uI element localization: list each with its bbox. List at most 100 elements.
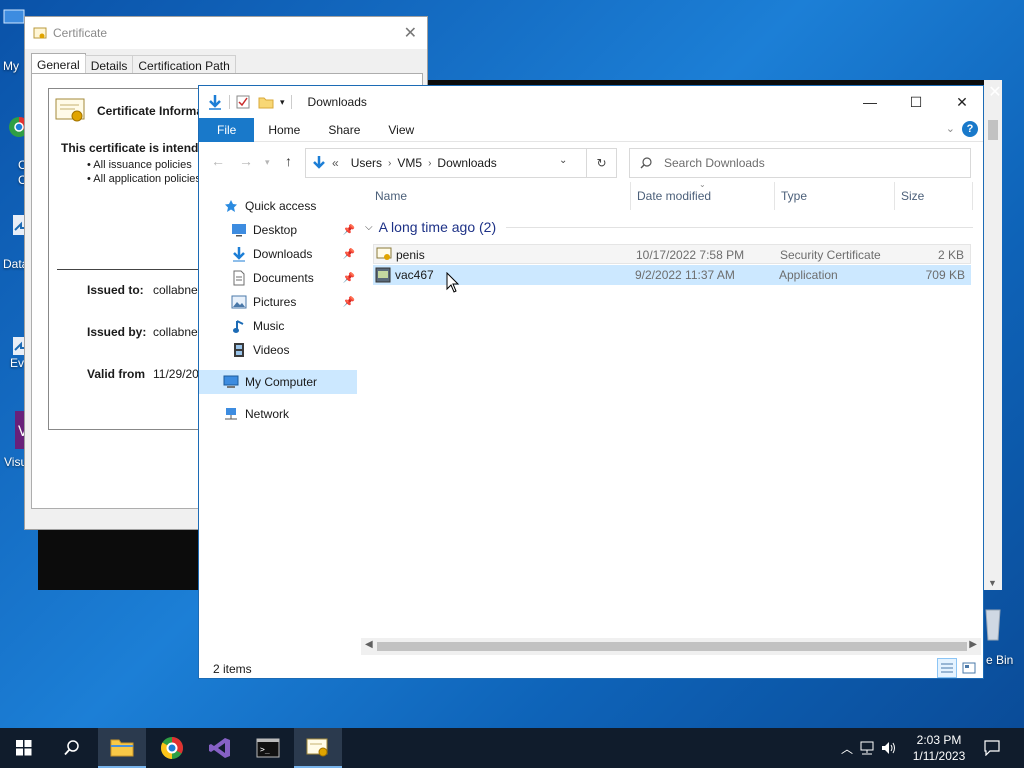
taskbar-terminal[interactable]: >_ [244,728,292,768]
horizontal-scrollbar[interactable]: ◀ ▶ [361,638,981,655]
item-count: 2 items [213,662,252,676]
large-icons-view-icon[interactable] [959,658,979,678]
chevron-up-icon[interactable]: ︿ [838,740,856,757]
chevron-right-icon[interactable]: ▶ [969,639,977,650]
pin-icon[interactable]: 📌 [343,297,355,308]
sort-indicator-icon: ⌄ [699,180,706,189]
search-input[interactable]: Search Downloads [629,148,971,178]
application-file-icon [375,267,391,286]
nav-label: Pictures [253,295,297,309]
network-icon[interactable] [856,741,878,755]
address-bar[interactable]: « Users › VM5 › Downloads [305,148,587,178]
notifications-button[interactable] [970,728,1014,768]
chevron-down-icon[interactable]: ⌵ [365,222,373,233]
recycle-bin-icon[interactable] [984,606,1014,641]
issued-by-label: Issued by: [87,325,147,339]
chevron-right-icon[interactable]: › [428,158,431,169]
purpose-item: • All issuance policies [87,159,192,171]
nav-videos[interactable]: Videos [199,338,357,362]
chevron-down-icon[interactable]: ▾ [280,97,285,108]
up-icon[interactable]: ↑ [285,153,292,169]
file-type: Application [779,268,838,282]
search-icon [640,157,652,169]
pin-icon[interactable]: 📌 [343,273,355,284]
videos-icon [231,342,247,358]
certificate-info-title: Certificate Informa [97,104,204,118]
taskbar-certificate[interactable] [294,728,342,768]
clock[interactable]: 2:03 PM 1/11/2023 [906,732,972,764]
nav-my-computer[interactable]: My Computer [199,370,357,394]
certificate-icon [55,98,85,122]
nav-network[interactable]: Network [199,402,357,426]
nav-quick-access[interactable]: Quick access [199,194,357,218]
separator [290,95,292,109]
back-icon[interactable]: ← [211,153,225,169]
tab-share[interactable]: Share [314,118,374,142]
tab-file[interactable]: File [199,117,255,142]
maximize-icon[interactable]: ☐ [893,86,939,118]
scroll-thumb[interactable] [377,642,967,651]
column-size[interactable]: Size [895,182,973,210]
expand-ribbon-icon[interactable]: ⌄ [946,122,955,135]
visual-studio-icon [209,738,230,758]
help-icon[interactable]: ? [962,121,978,137]
computer-icon [223,374,239,390]
folder-icon [110,739,134,757]
nav-desktop[interactable]: Desktop 📌 [199,218,357,242]
chrome-icon [161,737,183,759]
breadcrumb-users[interactable]: Users [351,156,382,170]
group-header[interactable]: ⌵ A long time ago (2) [365,216,973,238]
start-button[interactable] [0,728,48,768]
pin-icon[interactable]: 📌 [343,225,355,236]
monitor-icon [3,9,25,24]
pin-icon[interactable]: 📌 [343,249,355,260]
console-scrollbar[interactable]: ▼ [984,80,1002,590]
download-arrow-icon[interactable] [207,94,223,110]
chevron-down-icon[interactable]: ▼ [988,578,997,588]
search-placeholder: Search Downloads [664,156,765,170]
forward-icon[interactable]: → [239,153,253,169]
tab-view[interactable]: View [374,118,428,142]
details-view-icon[interactable] [937,658,957,678]
close-icon[interactable]: ✕ [404,23,417,43]
taskbar-chrome[interactable] [148,728,196,768]
document-icon [231,270,247,286]
address-dropdown-icon[interactable]: ⌄ [559,155,567,166]
file-date: 10/17/2022 7:58 PM [636,248,745,262]
chevron-left-icon[interactable]: ◀ [365,639,373,650]
nav-pictures[interactable]: Pictures 📌 [199,290,357,314]
breadcrumb-downloads[interactable]: Downloads [437,156,496,170]
volume-icon[interactable] [878,741,900,755]
taskbar-file-explorer[interactable] [98,728,146,768]
properties-icon[interactable] [236,95,250,109]
breadcrumb-prefix[interactable]: « [332,156,339,170]
network-icon [223,406,239,422]
separator [229,95,230,109]
nav-label: Music [253,319,285,333]
refresh-icon[interactable]: ↻ [587,148,617,178]
nav-downloads[interactable]: Downloads 📌 [199,242,357,266]
search-button[interactable] [48,728,96,768]
issued-to-label: Issued to: [87,283,144,297]
nav-label: Desktop [253,223,298,237]
terminal-icon: >_ [256,738,280,758]
chevron-right-icon[interactable]: › [388,158,391,169]
file-size: 709 KB [925,268,965,282]
close-icon[interactable]: ✕ [939,86,985,118]
nav-music[interactable]: Music [199,314,357,338]
recent-locations-icon[interactable]: ▾ [265,157,270,168]
download-arrow-icon [313,156,325,169]
scroll-thumb[interactable] [988,120,998,140]
taskbar-visual-studio[interactable] [196,728,244,768]
nav-label: Videos [253,343,290,357]
column-name[interactable]: Name [369,182,631,210]
file-row[interactable]: vac467 9/2/2022 11:37 AM Application 709… [373,265,971,285]
file-row[interactable]: penis 10/17/2022 7:58 PM Security Certif… [373,244,971,264]
column-type[interactable]: Type [775,182,895,210]
search-icon [64,740,79,756]
breadcrumb-vm5[interactable]: VM5 [397,156,422,170]
tab-home[interactable]: Home [254,118,314,142]
nav-documents[interactable]: Documents 📌 [199,266,357,290]
new-folder-icon[interactable] [258,95,274,109]
minimize-icon[interactable]: — [847,86,893,118]
